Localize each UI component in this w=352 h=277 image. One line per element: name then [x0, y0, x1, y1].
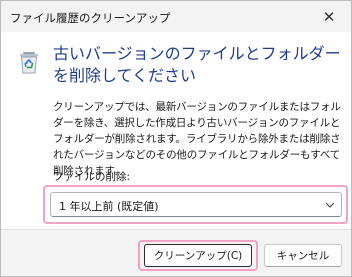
dialog-content: 古いバージョンのファイルとフォルダーを削除してください クリーンアップでは、最新…	[1, 32, 351, 229]
dialog-heading: 古いバージョンのファイルとフォルダーを削除してください	[53, 44, 341, 85]
file-history-cleanup-dialog: ファイル履歴のクリーンアップ ✕ 古いバージョンのファイルとフォルダーを削除して…	[0, 0, 352, 277]
dialog-description: クリーンアップでは、最新バージョンのファイルまたはフォルダーを除き、選択した作成…	[53, 101, 341, 177]
delete-files-label: ファイルの削除:	[53, 171, 131, 183]
window-title: ファイル履歴のクリーンアップ	[10, 11, 171, 25]
close-button[interactable]: ✕	[307, 1, 351, 32]
close-icon: ✕	[322, 7, 336, 26]
dialog-footer: クリーンアップ(C) キャンセル	[1, 229, 351, 276]
cancel-button[interactable]: キャンセル	[264, 244, 342, 267]
recycle-bin-icon	[20, 52, 38, 74]
title-bar[interactable]: ファイル履歴のクリーンアップ ✕	[1, 1, 351, 32]
cleanup-button[interactable]: クリーンアップ(C)	[144, 244, 252, 267]
delete-files-dropdown[interactable]: 1 年以上前 (既定値)	[50, 192, 342, 217]
chevron-down-icon	[325, 202, 335, 208]
dropdown-selected-value: 1 年以上前 (既定値)	[59, 200, 159, 213]
